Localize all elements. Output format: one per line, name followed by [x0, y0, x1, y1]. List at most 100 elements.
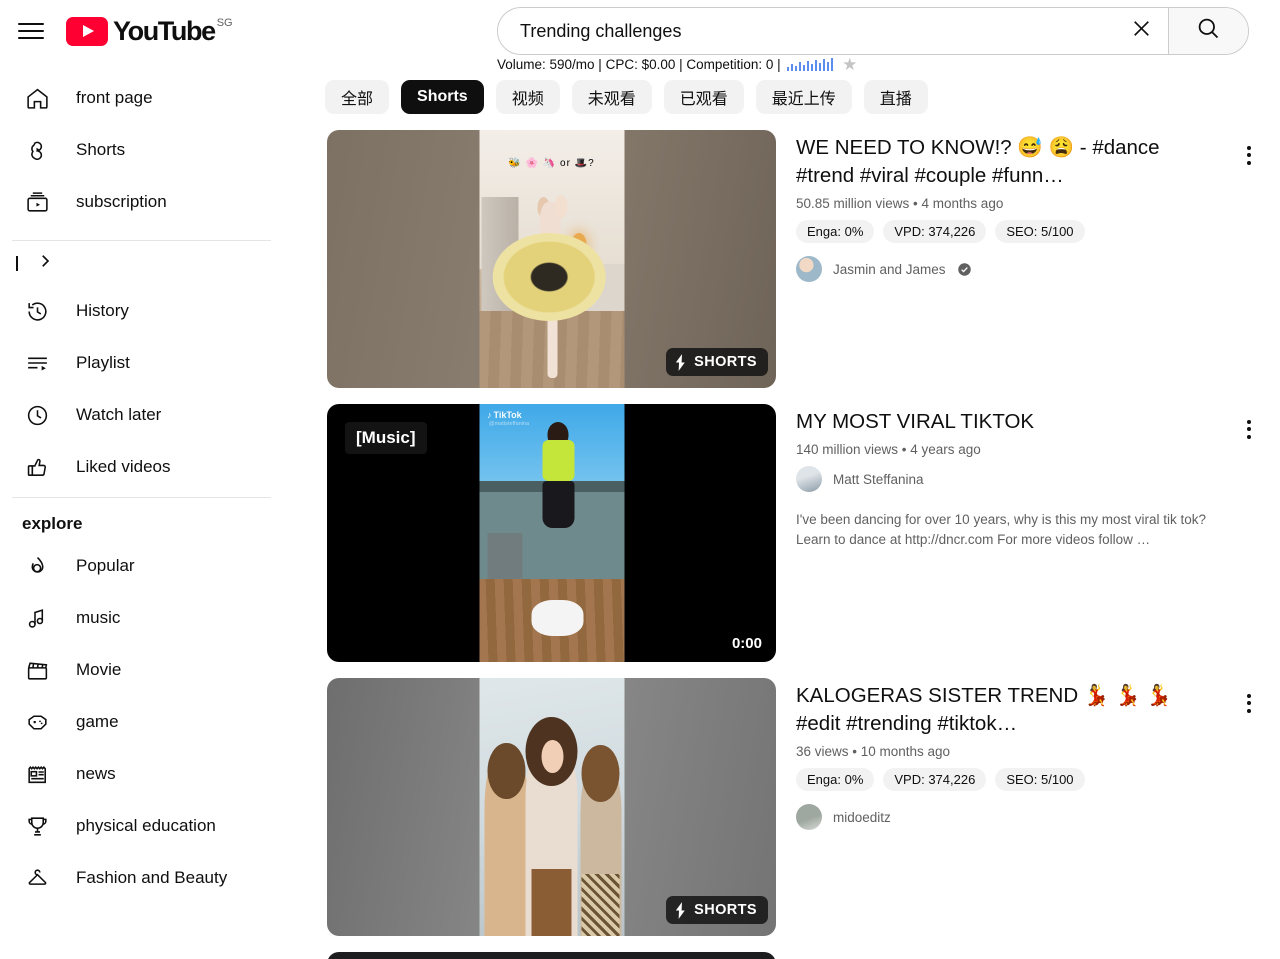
hamburger-menu-icon[interactable]: [14, 14, 48, 48]
thumbnail-video-pane: ♪ TikTok @mattsteffanina: [479, 404, 624, 662]
sidebar-item-label: Movie: [76, 660, 122, 679]
video-thumbnail[interactable]: 🐝 🌸 🦄 or 🎩? SHORTS: [327, 130, 776, 388]
search-result-item: ♪ TikTok @mattsteffanina [Music] 0:00 MY…: [327, 404, 1280, 662]
sidebar-item-front-page[interactable]: front page: [8, 72, 275, 124]
shorts-glyph-icon: [676, 901, 685, 919]
sidebar-item-liked-videos[interactable]: Liked videos: [8, 441, 275, 493]
sidebar-item-playlist[interactable]: Playlist: [8, 337, 275, 389]
filter-chip-4[interactable]: 已观看: [663, 80, 744, 114]
sidebar-item-game[interactable]: game: [8, 696, 275, 748]
search-result-item: SHORTS KALOGERAS SISTER TREND 💃 💃 💃 #edi…: [327, 678, 1280, 936]
filter-chip-0[interactable]: 全部: [325, 80, 390, 114]
sidebar: YouTube SG front page Shorts subscriptio…: [0, 0, 283, 959]
sidebar-item-physical-education[interactable]: physical education: [8, 800, 275, 852]
filter-chip-bar: 全部 Shorts 视频 未观看 已观看 最近上传 直播: [283, 0, 928, 114]
search-icon: [1195, 15, 1222, 47]
history-icon: [24, 298, 50, 324]
sidebar-item-shorts[interactable]: Shorts: [8, 124, 275, 176]
sidebar-you-row[interactable]: [0, 241, 283, 285]
metric-chip-vpd: VPD: 374,226: [883, 768, 987, 791]
video-meta: 140 million views • 4 years ago: [796, 442, 981, 457]
kebab-menu-icon[interactable]: [1232, 412, 1266, 446]
search-result-item-partial: [327, 952, 1280, 959]
sidebar-item-music[interactable]: music: [8, 592, 275, 644]
metric-chip-vpd: VPD: 374,226: [883, 220, 987, 243]
sidebar-item-fashion-and-beauty[interactable]: Fashion and Beauty: [8, 852, 275, 904]
music-caption-badge: [Music]: [345, 422, 427, 454]
tiktok-watermark: ♪ TikTok: [487, 410, 522, 420]
clapperboard-icon: [24, 657, 50, 683]
search-submit-button[interactable]: [1168, 8, 1248, 54]
sidebar-item-history[interactable]: History: [8, 285, 275, 337]
channel-name: Matt Steffanina: [833, 471, 924, 487]
thumbnail-video-pane: [479, 678, 624, 936]
video-thumbnail[interactable]: [327, 952, 776, 959]
sidebar-item-label: subscription: [76, 192, 167, 211]
filter-chip-1[interactable]: Shorts: [401, 80, 484, 114]
sidebar-item-label: Playlist: [76, 353, 130, 372]
video-meta: 50.85 million views • 4 months ago: [796, 196, 1004, 211]
sidebar-item-news[interactable]: news: [8, 748, 275, 800]
shorts-glyph-icon: [676, 353, 685, 371]
truncated-label-marker: [16, 255, 18, 271]
sidebar-library-nav: History Playlist Watch later Liked video…: [0, 285, 283, 493]
metric-chip-seo: SEO: 5/100: [995, 768, 1085, 791]
video-description: I've been dancing for over 10 years, why…: [796, 512, 1206, 547]
search-results-list: 🐝 🌸 🦄 or 🎩? SHORTS WE NEED TO KNOW!? 😅 😩…: [283, 130, 1280, 959]
video-title[interactable]: KALOGERAS SISTER TREND 💃 💃 💃 #edit #tren…: [796, 682, 1220, 738]
video-thumbnail[interactable]: ♪ TikTok @mattsteffanina [Music] 0:00: [327, 404, 776, 662]
channel-name: midoeditz: [833, 809, 891, 825]
explore-section-title: explore: [22, 514, 83, 533]
sidebar-item-subscription[interactable]: subscription: [8, 176, 275, 228]
youtube-search-page: YouTube SG front page Shorts subscriptio…: [0, 0, 1280, 959]
music-note-icon: [24, 605, 50, 631]
subscriptions-icon: [24, 189, 50, 215]
kebab-menu-icon[interactable]: [1232, 686, 1266, 720]
sidebar-item-watch-later[interactable]: Watch later: [8, 389, 275, 441]
home-icon: [24, 85, 50, 111]
filter-chip-3[interactable]: 未观看: [571, 80, 652, 114]
youtube-logo[interactable]: YouTube SG: [66, 16, 233, 46]
clock-icon: [24, 402, 50, 428]
thumbnail-video-pane: 🐝 🌸 🦄 or 🎩?: [479, 130, 624, 388]
shorts-badge: SHORTS: [666, 348, 768, 376]
youtube-play-icon: [66, 16, 108, 46]
sidebar-item-label: front page: [76, 88, 153, 107]
clear-search-button[interactable]: [1114, 8, 1168, 54]
sidebar-item-popular[interactable]: Popular: [8, 540, 275, 592]
metric-chip-engagement: Enga: 0%: [796, 768, 875, 791]
kebab-menu-icon[interactable]: [1232, 138, 1266, 172]
tiktok-handle: @mattsteffanina: [489, 421, 530, 427]
close-icon: [1129, 16, 1154, 46]
video-meta: 36 views • 10 months ago: [796, 744, 951, 759]
video-title[interactable]: MY MOST VIRAL TIKTOK: [796, 408, 1220, 436]
filter-chip-6[interactable]: 直播: [863, 80, 928, 114]
avatar: [796, 466, 822, 492]
thumbnail-overlay-text: 🐝 🌸 🦄 or 🎩?: [508, 158, 595, 170]
video-thumbnail[interactable]: SHORTS: [327, 678, 776, 936]
thumbs-up-icon: [24, 454, 50, 480]
filter-chip-2[interactable]: 视频: [495, 80, 560, 114]
filter-chip-5[interactable]: 最近上传: [755, 80, 852, 114]
metric-chip-seo: SEO: 5/100: [995, 220, 1085, 243]
avatar: [796, 804, 822, 830]
hanger-icon: [24, 865, 50, 891]
chevron-right-icon: [36, 252, 54, 275]
country-code-superscript: SG: [216, 16, 233, 29]
video-info: KALOGERAS SISTER TREND 💃 💃 💃 #edit #tren…: [796, 678, 1280, 936]
channel-row[interactable]: Jasmin and James: [796, 256, 1220, 282]
sidebar-header: YouTube SG: [0, 0, 283, 62]
verified-badge-icon: [957, 262, 971, 276]
channel-row[interactable]: Matt Steffanina: [796, 466, 1220, 492]
sidebar-item-label: music: [76, 608, 121, 627]
video-info: WE NEED TO KNOW!? 😅 😩 - #dance #trend #v…: [796, 130, 1280, 388]
sidebar-item-movie[interactable]: Movie: [8, 644, 275, 696]
sidebar-item-label: Fashion and Beauty: [76, 868, 228, 887]
newspaper-icon: [24, 761, 50, 787]
sidebar-item-label: History: [76, 301, 129, 320]
video-info: MY MOST VIRAL TIKTOK 140 million views •…: [796, 404, 1280, 662]
video-title[interactable]: WE NEED TO KNOW!? 😅 😩 - #dance #trend #v…: [796, 134, 1220, 190]
channel-name: Jasmin and James: [833, 261, 946, 277]
sidebar-item-label: Watch later: [76, 405, 162, 424]
channel-row[interactable]: midoeditz: [796, 804, 1220, 830]
